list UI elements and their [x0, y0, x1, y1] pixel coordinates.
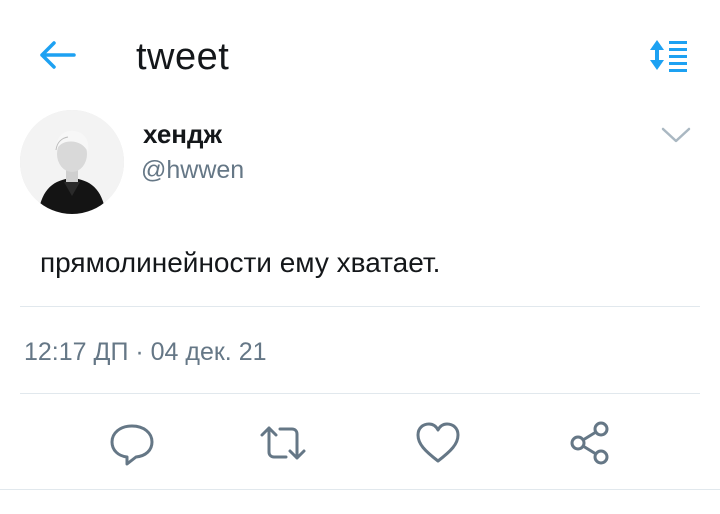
reply-button[interactable] — [107, 418, 157, 468]
author-handle[interactable]: @hwwen — [141, 154, 244, 186]
sort-list-icon — [646, 38, 690, 72]
retweet-button[interactable] — [258, 418, 308, 468]
like-button[interactable] — [413, 418, 463, 468]
share-button[interactable] — [566, 418, 616, 468]
author-display-name[interactable]: хендж — [143, 118, 222, 150]
divider — [0, 489, 720, 490]
comment-icon — [107, 418, 157, 468]
tweet-text: прямолинейности ему хватает. — [40, 247, 441, 278]
tweet-menu-button[interactable] — [659, 123, 693, 147]
tweet-timestamp: 12:17 ДП · 04 дек. 21 — [24, 338, 267, 366]
divider — [20, 306, 700, 307]
share-icon — [566, 418, 616, 468]
arrow-left-icon — [36, 38, 78, 72]
divider — [20, 393, 700, 394]
chevron-down-icon — [659, 123, 693, 147]
heart-icon — [413, 418, 463, 468]
back-button[interactable] — [36, 38, 78, 72]
retweet-icon — [258, 418, 308, 468]
page-title: tweet — [136, 36, 230, 78]
avatar[interactable] — [20, 110, 124, 214]
sort-button[interactable] — [646, 38, 690, 72]
